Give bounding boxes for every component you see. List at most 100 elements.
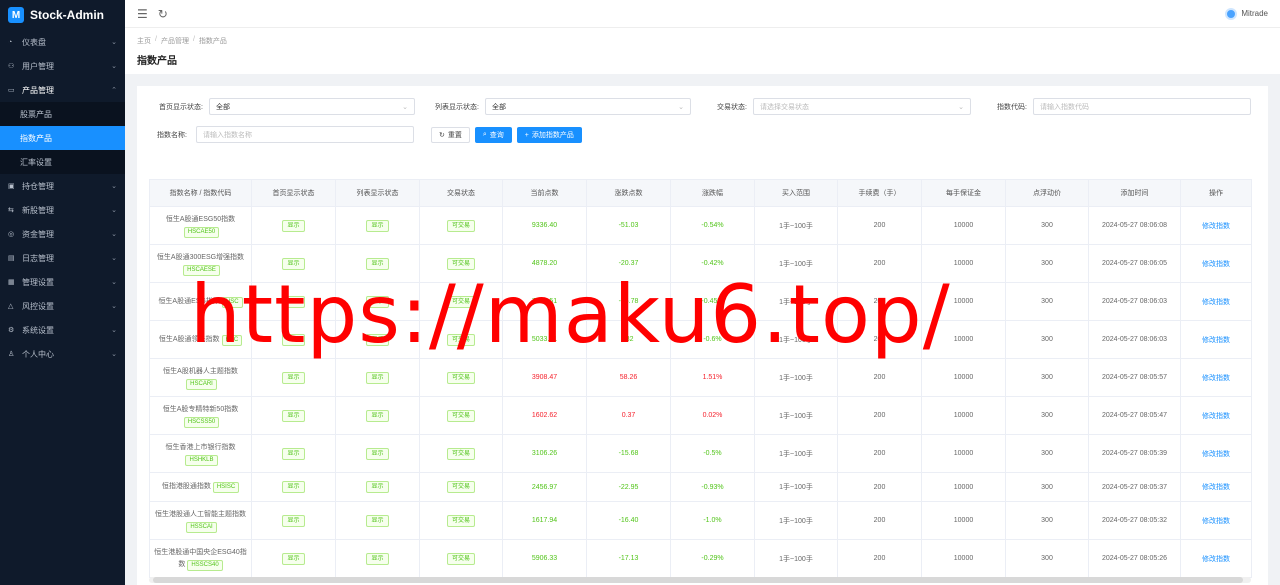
brand-logo-icon: M xyxy=(8,7,24,23)
buy-range: 1手~100手 xyxy=(754,472,838,502)
brand[interactable]: M Stock-Admin xyxy=(0,0,125,30)
sidebar-item-label: 仪表盘 xyxy=(22,37,46,47)
home-display-select[interactable]: 全部 ⌄ xyxy=(209,98,415,115)
sidebar-subitem-2[interactable]: 汇率设置 xyxy=(0,150,125,174)
user-menu[interactable]: Mitrade xyxy=(1225,7,1268,20)
status-badge: 显示 xyxy=(282,481,305,493)
index-name-input[interactable]: 请输入指数名称 xyxy=(196,126,414,143)
sidebar-item-0[interactable]: ◔ 仪表盘 ⌄ xyxy=(0,30,125,54)
sidebar-item-9[interactable]: ⚙ 系统设置 ⌄ xyxy=(0,318,125,342)
edit-index-link[interactable]: 修改指数 xyxy=(1202,375,1230,382)
sidebar-item-5[interactable]: ◎ 资金管理 ⌄ xyxy=(0,222,125,246)
status-badge: 显示 xyxy=(282,447,305,460)
reset-button[interactable]: ↻ 重置 xyxy=(431,127,470,143)
status-badge: 显示 xyxy=(282,257,305,270)
refresh-icon[interactable]: ↻ xyxy=(158,7,168,21)
sidebar-item-6[interactable]: ▤ 日志管理 ⌄ xyxy=(0,246,125,270)
home-display-cell: 显示 xyxy=(251,320,336,359)
column-header: 手续费（手） xyxy=(837,179,922,207)
edit-index-link[interactable]: 修改指数 xyxy=(1202,556,1230,563)
scrollbar-thumb[interactable] xyxy=(153,577,1243,583)
status-badge: 可交易 xyxy=(446,295,475,308)
edit-index-link[interactable]: 修改指数 xyxy=(1202,484,1230,491)
breadcrumb-product-mgmt[interactable]: 产品管理 xyxy=(161,36,189,46)
edit-index-link[interactable]: 修改指数 xyxy=(1202,261,1230,268)
margin: 10000 xyxy=(921,358,1006,397)
chevron-down-icon: ⌄ xyxy=(111,183,117,190)
sidebar-item-4[interactable]: ⇆ 新股管理 ⌄ xyxy=(0,198,125,222)
list-display-cell: 显示 xyxy=(335,501,420,540)
list-display-cell: 显示 xyxy=(335,206,420,245)
index-name-cell: 恒生港股通人工智能主题指数 HSSCAI xyxy=(149,501,252,540)
trade-status-cell: 可交易 xyxy=(419,434,503,473)
list-display-select[interactable]: 全部 ⌄ xyxy=(485,98,691,115)
sidebar-item-1[interactable]: ⚇ 用户管理 ⌄ xyxy=(0,54,125,78)
sidebar-item-2[interactable]: ▭ 产品管理 ⌃ xyxy=(0,78,125,102)
home-display-cell: 显示 xyxy=(251,358,336,397)
table-row: 恒生A股通领先指数 HSC 显示 显示 可交易 5033.71 -32 -0.6% 1手~100… xyxy=(149,320,1252,359)
sidebar-item-10[interactable]: ♙ 个人中心 ⌄ xyxy=(0,342,125,366)
table-row: 恒生A股专精特新50指数 HSCSS50 显示 显示 可交易 1602.62 0.37 0.0… xyxy=(149,396,1252,435)
margin: 10000 xyxy=(921,206,1006,245)
column-header: 涨跌点数 xyxy=(586,179,671,207)
column-header: 点浮动价 xyxy=(1005,179,1089,207)
change-points: -35.78 xyxy=(586,282,671,321)
menu-fold-icon[interactable]: ☰ xyxy=(137,7,148,21)
search-button[interactable]: ⌕ 查询 xyxy=(474,127,512,143)
trade-status-cell: 可交易 xyxy=(419,472,503,502)
edit-index-link[interactable]: 修改指数 xyxy=(1202,413,1230,420)
add-index-button[interactable]: + 添加指数产品 xyxy=(516,127,582,143)
float-price: 300 xyxy=(1005,206,1089,245)
trade-status-cell: 可交易 xyxy=(419,206,503,245)
float-price: 300 xyxy=(1005,358,1089,397)
ipo-icon: ⇆ xyxy=(8,207,14,214)
sidebar-item-label: 个人中心 xyxy=(22,349,54,359)
buy-range: 1手~100手 xyxy=(754,358,838,397)
status-badge: 显示 xyxy=(366,371,389,384)
page-header: 主页 / 产品管理 / 指数产品 指数产品 xyxy=(125,28,1280,74)
sidebar-item-label: 管理设置 xyxy=(22,277,54,287)
index-name: 恒生港股通人工智能主题指数 xyxy=(155,510,246,518)
status-badge: 可交易 xyxy=(446,447,475,460)
sidebar-subitem-0[interactable]: 股票产品 xyxy=(0,102,125,126)
margin: 10000 xyxy=(921,472,1006,502)
status-badge: 显示 xyxy=(366,447,389,460)
content-card: 首页显示状态: 全部 ⌄ 列表显示状态: 全部 ⌄ 交易状态: 请选择交易状态 … xyxy=(137,86,1268,585)
action-cell: 修改指数 xyxy=(1180,358,1252,397)
current-points: 9336.40 xyxy=(502,206,587,245)
status-badge: 显示 xyxy=(282,295,305,308)
horizontal-scrollbar[interactable] xyxy=(149,577,1251,583)
topbar: ☰ ↻ Mitrade xyxy=(125,0,1280,28)
change-points: -20.37 xyxy=(586,244,671,283)
buy-range: 1手~100手 xyxy=(754,501,838,540)
page-title: 指数产品 xyxy=(137,56,177,67)
trade-status-select[interactable]: 请选择交易状态 ⌄ xyxy=(753,98,971,115)
sidebar-item-7[interactable]: ▦ 管理设置 ⌄ xyxy=(0,270,125,294)
index-code-tag: HSSCAI xyxy=(186,521,217,533)
edit-index-link[interactable]: 修改指数 xyxy=(1202,299,1230,306)
sidebar-item-3[interactable]: ▣ 持仓管理 ⌄ xyxy=(0,174,125,198)
index-name-cell: 恒指港股通指数 HSISC xyxy=(149,472,252,502)
edit-index-link[interactable]: 修改指数 xyxy=(1202,451,1230,458)
index-code-tag: HSCSS50 xyxy=(183,416,220,428)
edit-index-link[interactable]: 修改指数 xyxy=(1202,518,1230,525)
index-code-input[interactable]: 请输入指数代码 xyxy=(1033,98,1251,115)
sidebar-item-8[interactable]: △ 风控设置 ⌄ xyxy=(0,294,125,318)
status-badge: 可交易 xyxy=(446,219,475,232)
home-display-cell: 显示 xyxy=(251,206,336,245)
breadcrumb-home[interactable]: 主页 xyxy=(137,36,151,46)
index-name-cell: 恒生A股通ESG50指数 HSCAE50 xyxy=(149,206,252,245)
change-percent: -0.42% xyxy=(670,244,755,283)
sidebar-subitem-1[interactable]: 指数产品 xyxy=(0,126,125,150)
edit-index-link[interactable]: 修改指数 xyxy=(1202,223,1230,230)
sidebar-item-label: 新股管理 xyxy=(22,205,54,215)
current-points: 1617.94 xyxy=(502,501,587,540)
edit-index-link[interactable]: 修改指数 xyxy=(1202,337,1230,344)
status-badge: 显示 xyxy=(366,257,389,270)
status-badge: 显示 xyxy=(282,552,305,565)
index-name-cell: 恒生港股通中国央企ESG40指数 HSSCS40 xyxy=(149,539,252,578)
breadcrumb: 主页 / 产品管理 / 指数产品 xyxy=(137,36,227,46)
plus-icon: + xyxy=(524,131,529,139)
margin: 10000 xyxy=(921,434,1006,473)
buy-range: 1手~100手 xyxy=(754,282,838,321)
